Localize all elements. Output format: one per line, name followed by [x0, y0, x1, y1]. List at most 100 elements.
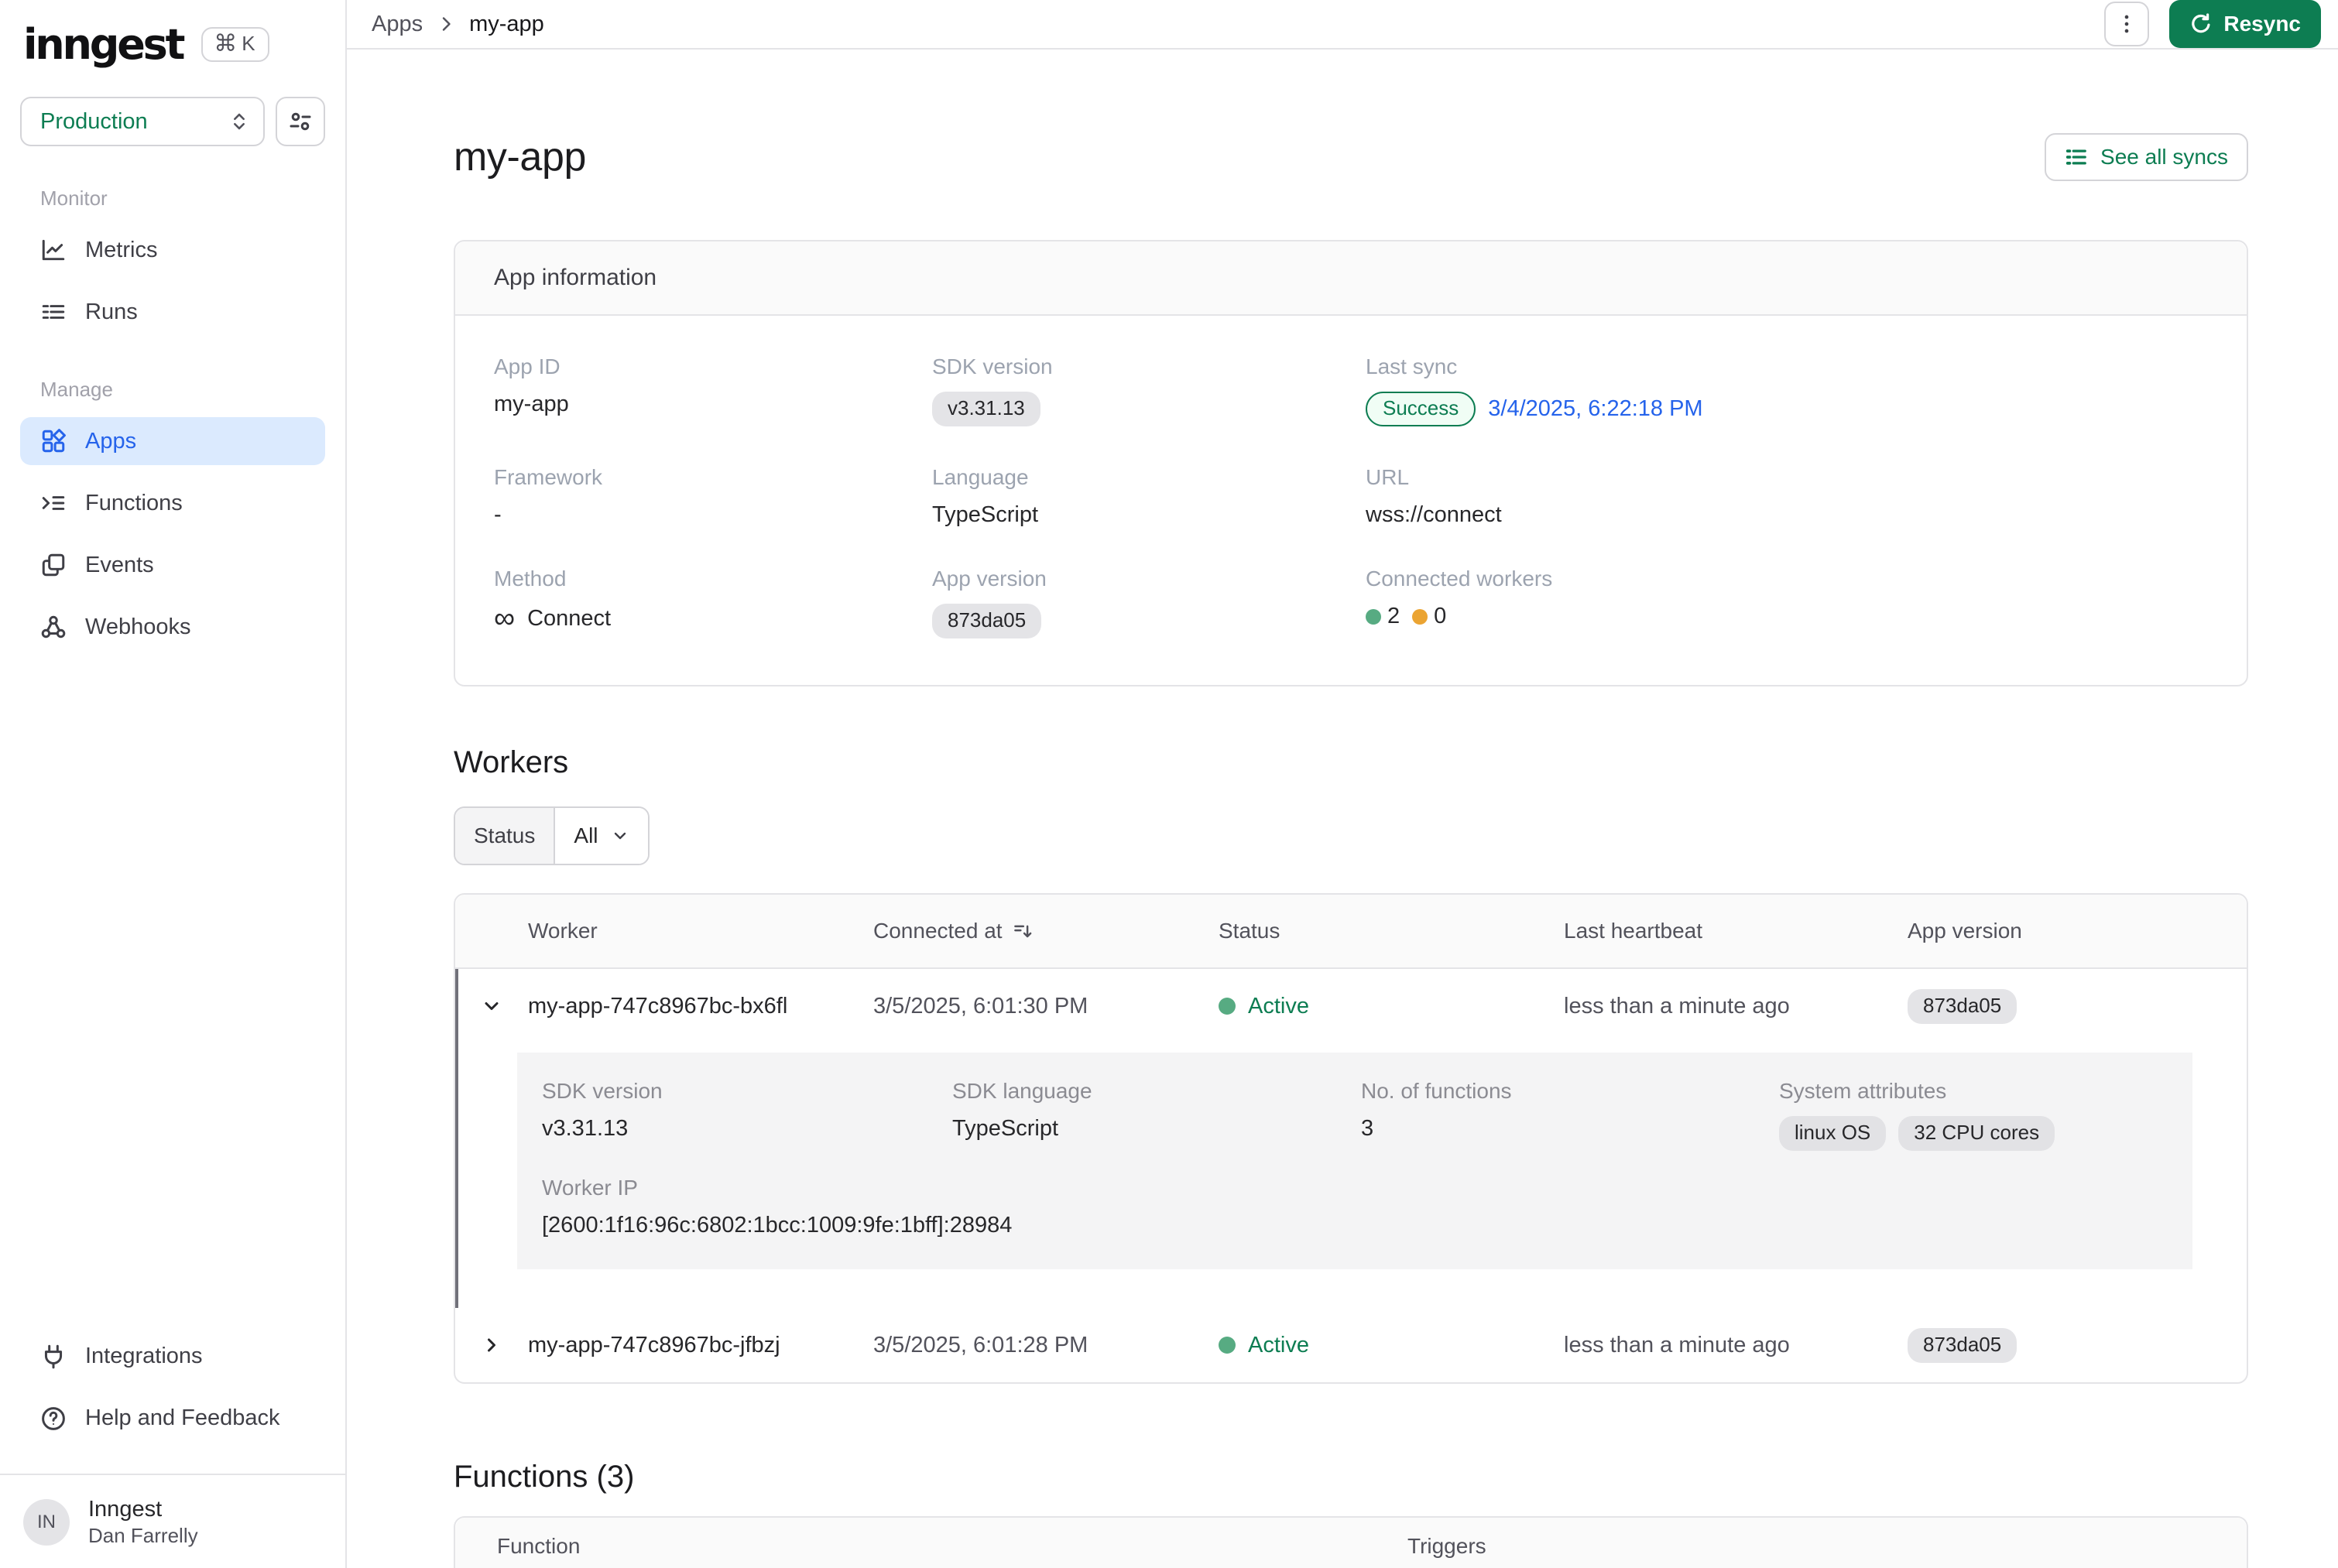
- app-version-badge: 873da05: [1908, 989, 2017, 1024]
- orange-status-dot: [1412, 609, 1428, 625]
- environment-settings-button[interactable]: [276, 97, 325, 146]
- profile-menu[interactable]: IN Inngest Dan Farrelly: [0, 1475, 345, 1568]
- detail-sdk-language: SDK language TypeScript: [952, 1079, 1361, 1151]
- expand-row-button[interactable]: [455, 1334, 528, 1356]
- active-status-dot: [1219, 1337, 1236, 1354]
- filter-value-dropdown[interactable]: All: [555, 808, 647, 864]
- sidebar-item-label: Integrations: [85, 1344, 203, 1369]
- see-all-syncs-label: See all syncs: [2100, 145, 2228, 169]
- topbar: Apps my-app Resync: [347, 0, 2338, 50]
- detail-system-attributes: System attributes linux OS 32 CPU cores: [1779, 1079, 2168, 1151]
- nav-section-monitor: Monitor: [40, 187, 325, 211]
- filter-key: Status: [455, 808, 555, 864]
- worker-row[interactable]: my-app-747c8967bc-bx6fl 3/5/2025, 6:01:3…: [455, 969, 2247, 1043]
- sidebar-item-help[interactable]: Help and Feedback: [20, 1395, 325, 1443]
- sidebar-item-label: Events: [85, 553, 154, 578]
- field-app-version: App version 873da05: [932, 567, 1366, 638]
- sidebar-item-metrics[interactable]: Metrics: [20, 226, 325, 274]
- sdk-version-badge: v3.31.13: [932, 392, 1040, 426]
- app-version-badge: 873da05: [1908, 1328, 2017, 1363]
- nav-section-manage: Manage: [40, 378, 325, 402]
- breadcrumb: Apps my-app: [372, 12, 544, 37]
- field-sdk-version: SDK version v3.31.13: [932, 354, 1366, 426]
- field-app-id: App ID my-app: [494, 354, 932, 426]
- command-icon: ⌘: [214, 33, 237, 56]
- resync-label: Resync: [2223, 12, 2301, 36]
- sidebar-item-integrations[interactable]: Integrations: [20, 1333, 325, 1381]
- resync-button[interactable]: Resync: [2169, 0, 2321, 48]
- kebab-menu-icon: [2115, 12, 2138, 36]
- collapse-row-button[interactable]: [455, 995, 528, 1017]
- sidebar-footer: Integrations Help and Feedback: [0, 1333, 345, 1457]
- connect-infinity-icon: ∞: [494, 604, 515, 633]
- sidebar-item-label: Webhooks: [85, 615, 191, 640]
- sync-status-badge: Success: [1366, 392, 1476, 426]
- workers-heading: Workers: [454, 745, 2248, 780]
- function-list-icon: [40, 490, 67, 516]
- shortcut-key: K: [242, 32, 255, 56]
- app-window: inngest ⌘ K Production Monitor: [0, 0, 2338, 1568]
- sidebar-item-apps[interactable]: Apps: [20, 417, 325, 465]
- environment-value: Production: [40, 109, 148, 135]
- card-header: App information: [455, 241, 2247, 316]
- breadcrumb-apps[interactable]: Apps: [372, 12, 423, 37]
- functions-table-header: Function Triggers: [455, 1518, 2247, 1568]
- detail-worker-ip: Worker IP [2600:1f16:96c:6802:1bcc:1009:…: [542, 1176, 2168, 1238]
- environment-select[interactable]: Production: [20, 97, 265, 146]
- queue-list-icon: [40, 299, 67, 325]
- green-status-dot: [1366, 609, 1381, 625]
- field-last-sync: Last sync Success 3/4/2025, 6:22:18 PM: [1366, 354, 2208, 426]
- worker-row[interactable]: my-app-747c8967bc-jfbzj 3/5/2025, 6:01:2…: [455, 1308, 2247, 1382]
- detail-sdk-version: SDK version v3.31.13: [542, 1079, 952, 1151]
- worker-row-group: my-app-747c8967bc-bx6fl 3/5/2025, 6:01:3…: [455, 969, 2247, 1308]
- field-language: Language TypeScript: [932, 465, 1366, 528]
- field-framework: Framework -: [494, 465, 932, 528]
- chart-icon: [40, 237, 67, 263]
- chevron-down-icon: [611, 827, 629, 845]
- last-sync-link[interactable]: 3/4/2025, 6:22:18 PM: [1488, 396, 1702, 422]
- sidebar-item-runs[interactable]: Runs: [20, 288, 325, 336]
- sidebar-item-events[interactable]: Events: [20, 541, 325, 589]
- sliders-icon: [288, 109, 313, 134]
- field-url: URL wss://connect: [1366, 465, 2208, 528]
- functions-heading: Functions (3): [454, 1460, 2248, 1494]
- active-status-dot: [1219, 998, 1236, 1015]
- see-all-syncs-button[interactable]: See all syncs: [2045, 133, 2248, 181]
- sort-descending-icon[interactable]: [1012, 920, 1034, 942]
- sidebar-item-label: Metrics: [85, 238, 157, 263]
- workers-table-header: Worker Connected at Status Last heartbea…: [455, 895, 2247, 969]
- more-options-button[interactable]: [2104, 2, 2149, 46]
- cpu-badge: 32 CPU cores: [1898, 1116, 2055, 1151]
- field-connected-workers: Connected workers 2 0: [1366, 567, 2208, 638]
- question-circle-icon: [40, 1405, 67, 1432]
- profile-user: Dan Farrelly: [88, 1523, 198, 1549]
- profile-org: Inngest: [88, 1495, 198, 1523]
- list-bullets-icon: [2065, 146, 2088, 169]
- chevron-right-icon: [481, 1334, 502, 1356]
- apps-grid-icon: [40, 428, 67, 454]
- sidebar-item-label: Functions: [85, 491, 183, 516]
- page-title: my-app: [454, 134, 586, 180]
- webhook-icon: [40, 614, 67, 640]
- sidebar-item-webhooks[interactable]: Webhooks: [20, 603, 325, 651]
- command-k-shortcut[interactable]: ⌘ K: [201, 27, 269, 62]
- detail-functions-count: No. of functions 3: [1361, 1079, 1779, 1151]
- main-area: Apps my-app Resync: [347, 0, 2338, 1568]
- workers-table: Worker Connected at Status Last heartbea…: [454, 893, 2248, 1384]
- sidebar-nav: Monitor Metrics Runs Manage Apps: [0, 187, 345, 665]
- os-badge: linux OS: [1779, 1116, 1886, 1151]
- inngest-logo: inngest: [23, 20, 183, 69]
- sidebar-item-label: Help and Feedback: [85, 1405, 280, 1431]
- page-content: my-app See all syncs App information App…: [347, 50, 2248, 1568]
- copy-squares-icon: [40, 552, 67, 578]
- sidebar-item-functions[interactable]: Functions: [20, 479, 325, 527]
- field-method: Method ∞ Connect: [494, 567, 932, 638]
- sidebar-item-label: Runs: [85, 300, 138, 325]
- avatar: IN: [23, 1499, 70, 1546]
- breadcrumb-current: my-app: [469, 12, 544, 37]
- sidebar: inngest ⌘ K Production Monitor: [0, 0, 347, 1568]
- chevron-down-icon: [481, 995, 502, 1017]
- sidebar-item-label: Apps: [85, 429, 136, 454]
- status-filter[interactable]: Status All: [454, 806, 650, 865]
- functions-table: Function Triggers: [454, 1516, 2248, 1568]
